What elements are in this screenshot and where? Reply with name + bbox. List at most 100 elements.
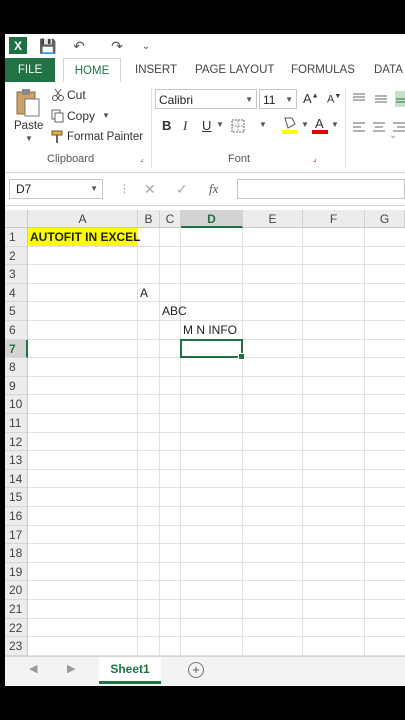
tab-file[interactable]: FILE bbox=[5, 58, 55, 82]
grow-font-button[interactable]: A▲ bbox=[303, 91, 319, 106]
row-header-21[interactable]: 21 bbox=[5, 600, 28, 619]
row-header-8[interactable]: 8 bbox=[5, 358, 28, 377]
cell-b4[interactable]: A bbox=[138, 284, 148, 302]
column-gridline bbox=[180, 228, 181, 656]
row-header-13[interactable]: 13 bbox=[5, 451, 28, 470]
font-launcher-icon[interactable]: ⌟ bbox=[313, 154, 317, 163]
insert-function-icon[interactable]: fx bbox=[209, 181, 218, 197]
row-header-17[interactable]: 17 bbox=[5, 525, 28, 545]
cancel-icon[interactable]: ✕ bbox=[144, 181, 156, 198]
tab-page-layout[interactable]: PAGE LAYOUT bbox=[195, 58, 274, 82]
column-header-g[interactable]: G bbox=[365, 210, 405, 228]
row-header-2[interactable]: 2 bbox=[5, 246, 28, 266]
excel-logo-icon: X bbox=[9, 37, 27, 54]
grow-font-label: A bbox=[303, 91, 312, 106]
formula-input[interactable] bbox=[237, 179, 405, 199]
row-header-23[interactable]: 23 bbox=[5, 637, 28, 656]
fill-color-dropdown-icon[interactable]: ▼ bbox=[301, 120, 309, 129]
paste-icon[interactable] bbox=[15, 88, 41, 118]
scroll-right-icon[interactable]: ▶ bbox=[67, 662, 75, 675]
row-header-9[interactable]: 9 bbox=[5, 376, 28, 396]
copy-button[interactable]: Copy bbox=[67, 109, 95, 123]
cell-d6[interactable]: M N INFO bbox=[181, 321, 237, 339]
redo-icon[interactable]: ↷ bbox=[105, 37, 129, 55]
scroll-left-icon[interactable]: ◀ bbox=[29, 662, 37, 675]
format-painter-button[interactable]: Format Painter bbox=[67, 131, 143, 143]
clipboard-group-label: Clipboard bbox=[47, 153, 95, 165]
column-header-f[interactable]: F bbox=[303, 210, 365, 228]
borders-dropdown-icon[interactable]: ▼ bbox=[259, 120, 267, 129]
shrink-font-button[interactable]: A▼ bbox=[327, 93, 341, 106]
font-size-dropdown[interactable]: 11 ▼ bbox=[259, 89, 297, 109]
fill-color-icon[interactable] bbox=[281, 115, 299, 135]
save-icon[interactable]: 💾 bbox=[39, 37, 57, 55]
sheet-tab-bar: ◀ ▶ Sheet1 + bbox=[5, 656, 405, 686]
cut-button[interactable]: Cut bbox=[67, 88, 86, 102]
column-header-e[interactable]: E bbox=[243, 210, 303, 228]
underline-button[interactable]: U bbox=[202, 118, 211, 133]
row-gridline bbox=[28, 375, 405, 377]
row-gridline bbox=[28, 617, 405, 619]
column-header-b[interactable]: B bbox=[138, 210, 160, 228]
row-header-20[interactable]: 20 bbox=[5, 581, 28, 600]
row-gridline bbox=[28, 599, 405, 600]
paste-button[interactable]: Paste bbox=[14, 120, 43, 132]
italic-button[interactable]: I bbox=[183, 118, 187, 134]
row-header-19[interactable]: 19 bbox=[5, 562, 28, 582]
quick-access-toolbar: X 💾 ↶ ↷ ⌄ bbox=[5, 34, 405, 58]
customize-toolbar-icon[interactable]: ⌄ bbox=[139, 37, 153, 55]
formula-bar: D7 ▼ ⋮ ✕ ✓ fx bbox=[5, 173, 405, 206]
bold-button[interactable]: B bbox=[162, 118, 171, 133]
row-header-6[interactable]: 6 bbox=[5, 321, 28, 340]
row-header-11[interactable]: 11 bbox=[5, 414, 28, 433]
row-header-3[interactable]: 3 bbox=[5, 265, 28, 284]
row-header-15[interactable]: 15 bbox=[5, 488, 28, 507]
row-header-7[interactable]: 7 bbox=[5, 339, 28, 359]
cell-c5[interactable]: ABC bbox=[160, 302, 187, 320]
row-header-16[interactable]: 16 bbox=[5, 507, 28, 526]
row-gridline bbox=[28, 282, 405, 284]
cut-icon[interactable] bbox=[51, 88, 65, 102]
active-cell-d7[interactable] bbox=[180, 338, 245, 361]
row-header-5[interactable]: 5 bbox=[5, 302, 28, 321]
row-gridline bbox=[28, 264, 405, 266]
row-header-4[interactable]: 4 bbox=[5, 283, 28, 303]
row-header-22[interactable]: 22 bbox=[5, 618, 28, 638]
clipboard-launcher-icon[interactable]: ⌟ bbox=[140, 154, 144, 163]
font-name-dropdown[interactable]: Calibri ▼ bbox=[155, 89, 257, 109]
font-color-icon[interactable]: A bbox=[311, 115, 329, 135]
copy-icon[interactable] bbox=[51, 109, 65, 123]
undo-icon[interactable]: ↶ bbox=[67, 37, 91, 55]
sheet-tab-sheet1[interactable]: Sheet1 bbox=[99, 657, 161, 684]
column-header-a[interactable]: A bbox=[28, 210, 138, 228]
column-gridline bbox=[302, 228, 303, 656]
select-all-corner[interactable] bbox=[5, 210, 28, 228]
name-box[interactable]: D7 ▼ bbox=[9, 179, 103, 199]
paste-dropdown-icon[interactable]: ▼ bbox=[25, 134, 33, 143]
row-gridline bbox=[28, 636, 405, 638]
add-sheet-button[interactable]: + bbox=[188, 662, 204, 678]
tab-insert[interactable]: INSERT bbox=[135, 58, 177, 82]
format-painter-icon[interactable] bbox=[51, 130, 65, 144]
column-header-c[interactable]: C bbox=[160, 210, 181, 228]
borders-icon[interactable] bbox=[230, 118, 246, 134]
enter-icon[interactable]: ✓ bbox=[176, 181, 188, 198]
cell-a1[interactable]: AUTOFIT IN EXCEL bbox=[28, 228, 140, 246]
vertical-align-icons[interactable] bbox=[351, 91, 405, 107]
column-header-d[interactable]: D bbox=[181, 210, 243, 228]
row-header-1[interactable]: 1 bbox=[5, 228, 28, 247]
copy-dropdown-icon[interactable]: ▼ bbox=[102, 111, 110, 120]
underline-dropdown-icon[interactable]: ▼ bbox=[216, 120, 224, 129]
row-header-14[interactable]: 14 bbox=[5, 469, 28, 489]
tab-data[interactable]: DATA bbox=[374, 58, 403, 82]
tab-home[interactable]: HOME bbox=[63, 58, 121, 84]
row-header-18[interactable]: 18 bbox=[5, 544, 28, 563]
row-header-10[interactable]: 10 bbox=[5, 395, 28, 414]
font-size-value: 11 bbox=[263, 93, 276, 107]
font-color-dropdown-icon[interactable]: ▼ bbox=[331, 120, 339, 129]
worksheet-grid[interactable]: ABCDEFG 1 2 3 4 5 6 7 8 9 10 11 12 13 14 15 16 17 18 19 20 2… bbox=[5, 210, 405, 656]
row-header-12[interactable]: 12 bbox=[5, 432, 28, 452]
fill-handle[interactable] bbox=[238, 353, 245, 361]
tab-formulas[interactable]: FORMULAS bbox=[291, 58, 355, 82]
collapse-ribbon-icon[interactable]: ⌄ bbox=[389, 130, 397, 141]
